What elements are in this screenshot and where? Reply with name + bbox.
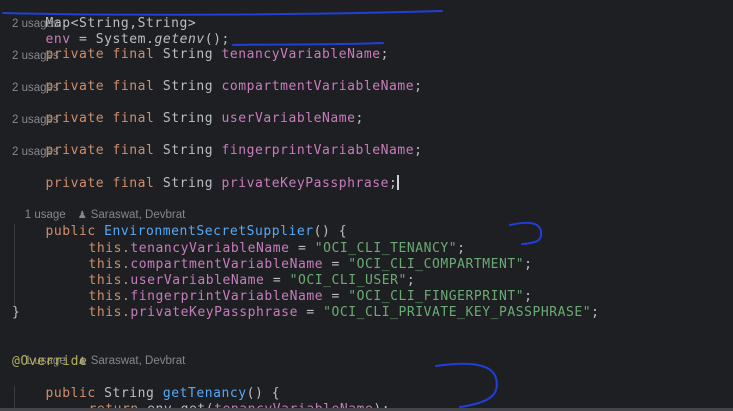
assignment-line[interactable]: this.fingerprintVariableName = "OCI_CLI_… xyxy=(55,273,533,304)
semicolon: ; xyxy=(414,79,423,94)
author-name: Saraswat, Devbrat xyxy=(90,355,186,367)
modifier: private final xyxy=(45,47,155,62)
indent-guide xyxy=(14,224,15,306)
field-name: privateKeyPassphrase xyxy=(221,176,390,191)
code-editor[interactable]: Map<String,String> env = System.getenv()… xyxy=(0,0,733,411)
indent-guide xyxy=(14,386,15,408)
closing-brace[interactable]: } xyxy=(12,305,20,321)
type-name: String xyxy=(162,79,214,94)
assignment-line[interactable]: this.tenancyVariableName = "OCI_CLI_TENA… xyxy=(55,225,466,256)
semicolon: ; xyxy=(389,176,398,191)
modifier: private final xyxy=(45,111,155,126)
constructor-usages-hint[interactable]: 1 usage ♟ Saraswat, Devbrat xyxy=(12,194,186,221)
assign-eq: = xyxy=(297,305,324,320)
string-literal: "OCI_CLI_PRIVATE_KEY_PASSPHRASE" xyxy=(323,305,592,320)
usages-hint[interactable]: 2 usages xyxy=(12,49,59,63)
field-declaration[interactable]: private final String fingerprintVariable… xyxy=(12,127,423,158)
semicolon: ; xyxy=(355,111,364,126)
author-hint[interactable]: ♟ Saraswat, Devbrat xyxy=(78,355,186,367)
usages-hint[interactable]: 2 usages xyxy=(12,81,59,95)
bracket-return-line xyxy=(435,362,498,408)
assignment-line[interactable]: this.userVariableName = "OCI_CLI_USER"; xyxy=(55,257,415,288)
semicolon: ; xyxy=(591,305,600,320)
usages-hint[interactable]: 2 usages xyxy=(12,17,59,31)
method-signature[interactable]: public String getTenancy() { xyxy=(12,370,280,401)
modifier: private final xyxy=(45,79,155,94)
assignment-line[interactable]: this.privateKeyPassphrase = "OCI_CLI_PRI… xyxy=(55,289,600,320)
return-statement[interactable]: return env.get(tenancyVariableName); xyxy=(55,386,390,411)
field-name: userVariableName xyxy=(221,111,356,126)
usages-hint[interactable]: 2 usages xyxy=(12,113,59,127)
code-line-env[interactable]: Map<String,String> env = System.getenv()… xyxy=(12,0,230,47)
assignment-line[interactable]: this.compartmentVariableName = "OCI_CLI_… xyxy=(55,241,533,272)
env-type: Map<String,String> xyxy=(45,16,197,31)
this-keyword: this. xyxy=(88,305,131,320)
modifier: private final xyxy=(45,143,155,158)
field-declaration[interactable]: private final String compartmentVariable… xyxy=(12,63,423,94)
field-declaration[interactable]: private final String privateKeyPassphras… xyxy=(12,159,400,191)
field-name: fingerprintVariableName xyxy=(221,143,415,158)
field-name: compartmentVariableName xyxy=(221,79,415,94)
semicolon: ; xyxy=(414,143,423,158)
method-usages-hint[interactable]: 1 usage ♟ Saraswat, Devbrat xyxy=(12,340,186,367)
override-annotation[interactable]: @Override xyxy=(12,354,87,370)
field-name: tenancyVariableName xyxy=(221,47,381,62)
field-declaration[interactable]: private final String tenancyVariableName… xyxy=(12,31,389,62)
type-name: String xyxy=(162,111,214,126)
type-name: String xyxy=(162,143,214,158)
modifier: private final xyxy=(45,176,155,191)
usages-hint[interactable]: 2 usages xyxy=(12,145,59,159)
type-name: String xyxy=(162,47,214,62)
assigned-field: privateKeyPassphrase xyxy=(130,305,298,320)
text-caret xyxy=(397,175,400,190)
type-name: String xyxy=(162,176,214,191)
semicolon: ; xyxy=(524,257,533,272)
constructor-signature[interactable]: public EnvironmentSecretSupplier() { xyxy=(12,208,347,239)
semicolon: ; xyxy=(380,47,390,62)
field-declaration[interactable]: private final String userVariableName; xyxy=(12,95,364,126)
